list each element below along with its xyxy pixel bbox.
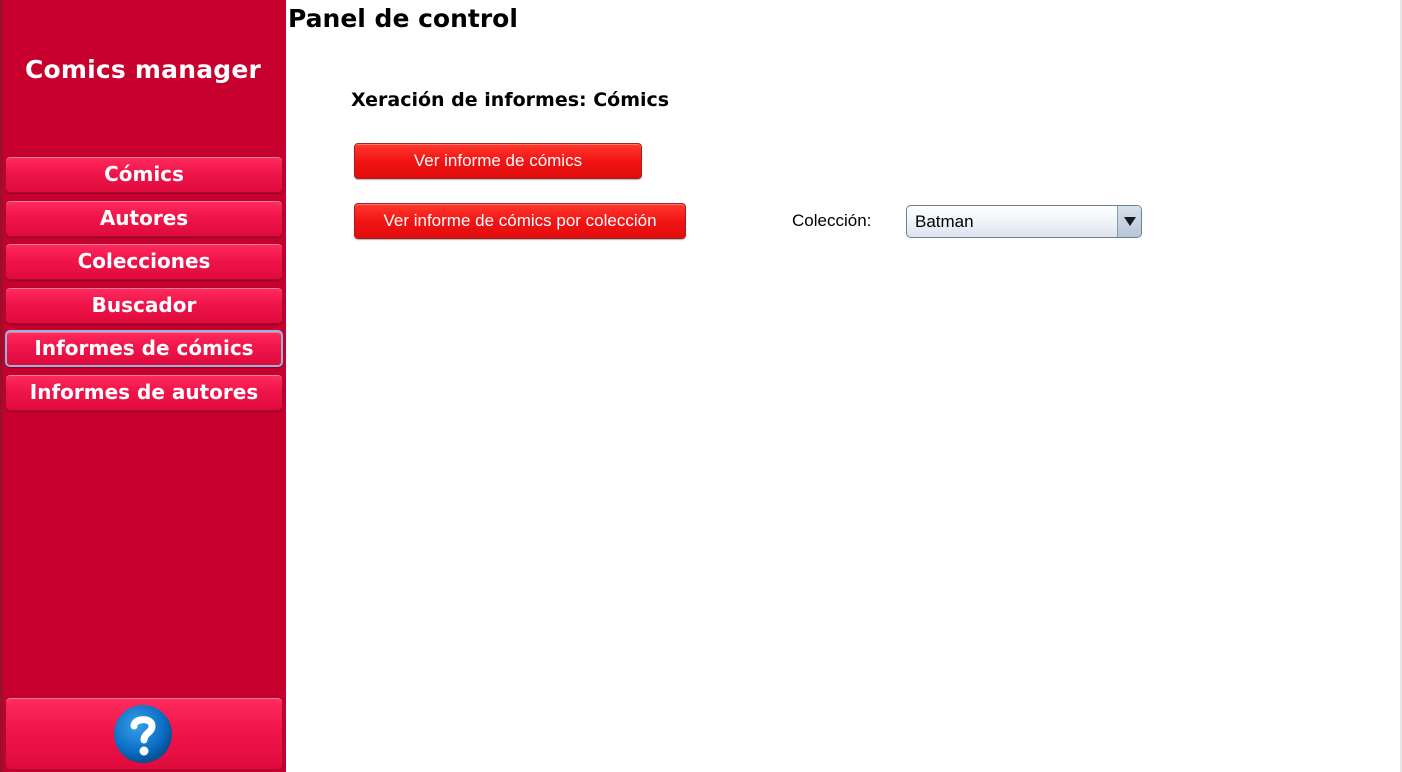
sidebar: Comics manager Cómics Autores Coleccione… bbox=[0, 0, 286, 772]
view-comics-report-button[interactable]: Ver informe de cómics bbox=[354, 143, 642, 179]
collection-select[interactable]: Batman bbox=[906, 205, 1142, 238]
section-title: Xeración de informes: Cómics bbox=[351, 89, 670, 111]
sidebar-item-collections[interactable]: Colecciones bbox=[5, 243, 283, 280]
sidebar-item-authors[interactable]: Autores bbox=[5, 200, 283, 237]
view-collection-report-button[interactable]: Ver informe de cómics por colección bbox=[354, 203, 686, 239]
sidebar-item-comics[interactable]: Cómics bbox=[5, 156, 283, 193]
page-title: Panel de control bbox=[288, 4, 518, 33]
collection-select-value: Batman bbox=[915, 212, 974, 231]
sidebar-item-author-reports[interactable]: Informes de autores bbox=[5, 374, 283, 411]
help-button[interactable] bbox=[5, 697, 283, 770]
sidebar-item-comic-reports[interactable]: Informes de cómics bbox=[5, 330, 283, 367]
sidebar-edge bbox=[0, 0, 3, 772]
collection-label: Colección: bbox=[792, 211, 872, 230]
main-panel: Panel de control Xeración de informes: C… bbox=[286, 0, 1402, 772]
app-window: Comics manager Cómics Autores Coleccione… bbox=[0, 0, 1402, 772]
question-mark-icon bbox=[114, 705, 172, 763]
chevron-down-icon[interactable] bbox=[1117, 206, 1141, 237]
sidebar-item-search[interactable]: Buscador bbox=[5, 287, 283, 324]
app-title: Comics manager bbox=[24, 55, 262, 84]
